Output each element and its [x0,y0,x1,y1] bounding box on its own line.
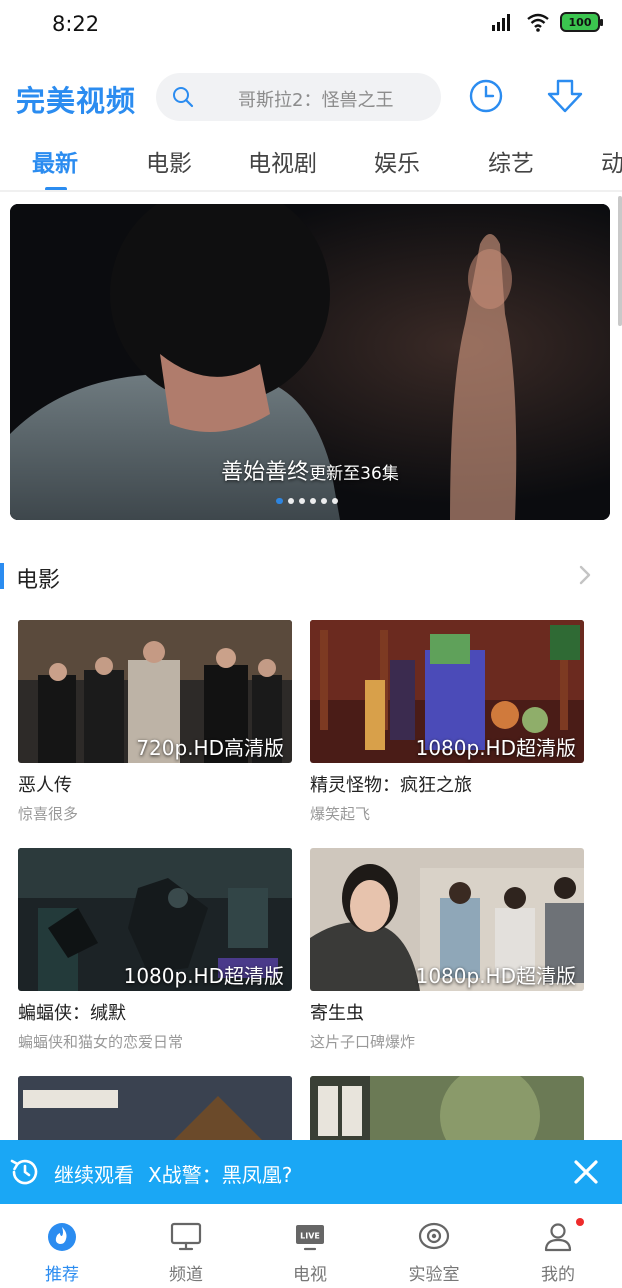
movie-subtitle: 爆笑起飞 [310,805,371,823]
app-title: 完美视频 [16,84,137,118]
movie-thumbnail: 1080p.HD超清版 [310,848,584,991]
category-tabs: 最新 电影 电视剧 娱乐 综艺 动 [0,140,622,192]
banner-title: 善始善终 [221,460,310,485]
movie-thumbnail: 720p.HD高清版 [18,620,292,763]
scrollbar[interactable] [618,196,622,326]
search-icon [173,87,194,108]
movie-thumbnail: 1080p.HD超清版 [310,620,584,763]
banner-subtitle: 更新至36集 [309,464,399,484]
live-badge-text: LIVE [300,1232,320,1241]
app-header: 完美视频 哥斯拉2：怪兽之王 [0,70,622,126]
pagination-dot[interactable] [276,498,283,504]
nav-label: 实验室 [408,1265,460,1285]
signal-icon [492,14,510,31]
tab-latest[interactable]: 最新 [32,144,78,178]
nav-label: 频道 [169,1265,203,1285]
movie-card[interactable]: 720p.HD高清版 恶人传 惊喜很多 [18,620,292,824]
movie-title: 寄生虫 [310,1003,364,1024]
movie-thumbnail: 1080p.HD超清版 [18,848,292,991]
user-icon [544,1223,572,1252]
continue-watching-title: X战警：黑凤凰? [148,1163,293,1187]
movie-thumbnail [310,1076,584,1140]
movie-title: 蝙蝠侠：缄默 [18,1003,126,1024]
monitor-icon [170,1222,202,1251]
wifi-icon [527,13,549,32]
quality-badge: 1080p.HD超清版 [415,964,576,988]
continue-watching-text: 继续观看 X战警：黑凤凰? [54,1159,292,1188]
movie-card[interactable] [18,1076,292,1140]
continue-watching-label: 继续观看 [54,1163,134,1187]
movie-subtitle: 这片子口碑爆炸 [310,1033,416,1051]
section-accent-bar [0,563,4,589]
movie-subtitle: 蝙蝠侠和猫女的恋爱日常 [18,1033,184,1051]
tab-variety[interactable]: 综艺 [488,144,534,178]
status-time: 8:22 [52,12,100,36]
status-icons: 100 [490,12,603,32]
nav-item-mine[interactable]: 我的 [496,1204,620,1288]
movie-card[interactable]: 1080p.HD超清版 精灵怪物：疯狂之旅 爆笑起飞 [310,620,584,824]
nav-item-recommend[interactable]: 推荐 [0,1204,124,1288]
featured-banner[interactable]: 善始善终更新至36集 [10,204,610,520]
nav-item-channels[interactable]: 频道 [124,1204,248,1288]
live-tv-icon: LIVE [296,1225,324,1251]
nav-label: 电视 [293,1265,327,1285]
history-button[interactable] [464,74,508,118]
banner-pagination [276,498,338,504]
movie-poster [310,1076,584,1140]
nav-label: 推荐 [45,1265,79,1285]
tab-movies[interactable]: 电影 [146,144,192,178]
nav-item-lab[interactable]: 实验室 [372,1204,496,1288]
quality-badge: 1080p.HD超清版 [415,736,576,760]
eye-icon [418,1222,450,1250]
tab-entertainment[interactable]: 娱乐 [374,144,420,178]
close-icon[interactable] [566,1152,606,1192]
tab-anime[interactable]: 动 [601,144,622,178]
quality-badge: 1080p.HD超清版 [123,964,284,988]
search-placeholder: 哥斯拉2：怪兽之王 [238,90,394,111]
flame-icon [48,1223,76,1251]
header-divider [0,190,622,192]
clock-icon [469,79,503,113]
status-bar: 8:22 100 [0,0,622,52]
tab-tv-series[interactable]: 电视剧 [248,144,317,178]
banner-caption: 善始善终更新至36集 [10,454,610,486]
search-input[interactable]: 哥斯拉2：怪兽之王 [156,73,441,121]
section-title: 电影 [16,568,61,593]
movie-card[interactable]: 1080p.HD超清版 寄生虫 这片子口碑爆炸 [310,848,584,1052]
pagination-dot[interactable] [288,498,294,504]
movie-card[interactable]: 1080p.HD超清版 蝙蝠侠：缄默 蝙蝠侠和猫女的恋爱日常 [18,848,292,1052]
pagination-dot[interactable] [310,498,316,504]
quality-badge: 720p.HD高清版 [136,736,284,760]
chevron-right-icon[interactable] [574,564,596,586]
pagination-dot[interactable] [321,498,327,504]
nav-label: 我的 [541,1265,575,1285]
download-icon [547,79,583,113]
download-button[interactable] [543,74,587,118]
movie-poster [18,1076,292,1140]
nav-item-tv[interactable]: LIVE 电视 [248,1204,372,1288]
movie-thumbnail [18,1076,292,1140]
movie-title: 恶人传 [18,775,72,796]
battery-indicator: 100 [560,12,603,32]
bottom-navigation: 推荐 频道 LIVE 电视 实验室 我的 [0,1204,622,1288]
continue-watching-bar[interactable]: 继续观看 X战警：黑凤凰? [0,1140,622,1204]
notification-dot [576,1218,584,1226]
movie-title: 精灵怪物：疯狂之旅 [310,775,472,796]
pagination-dot[interactable] [299,498,305,504]
history-icon [10,1159,38,1185]
movie-card[interactable] [310,1076,584,1140]
movie-subtitle: 惊喜很多 [18,805,79,823]
pagination-dot[interactable] [332,498,338,504]
